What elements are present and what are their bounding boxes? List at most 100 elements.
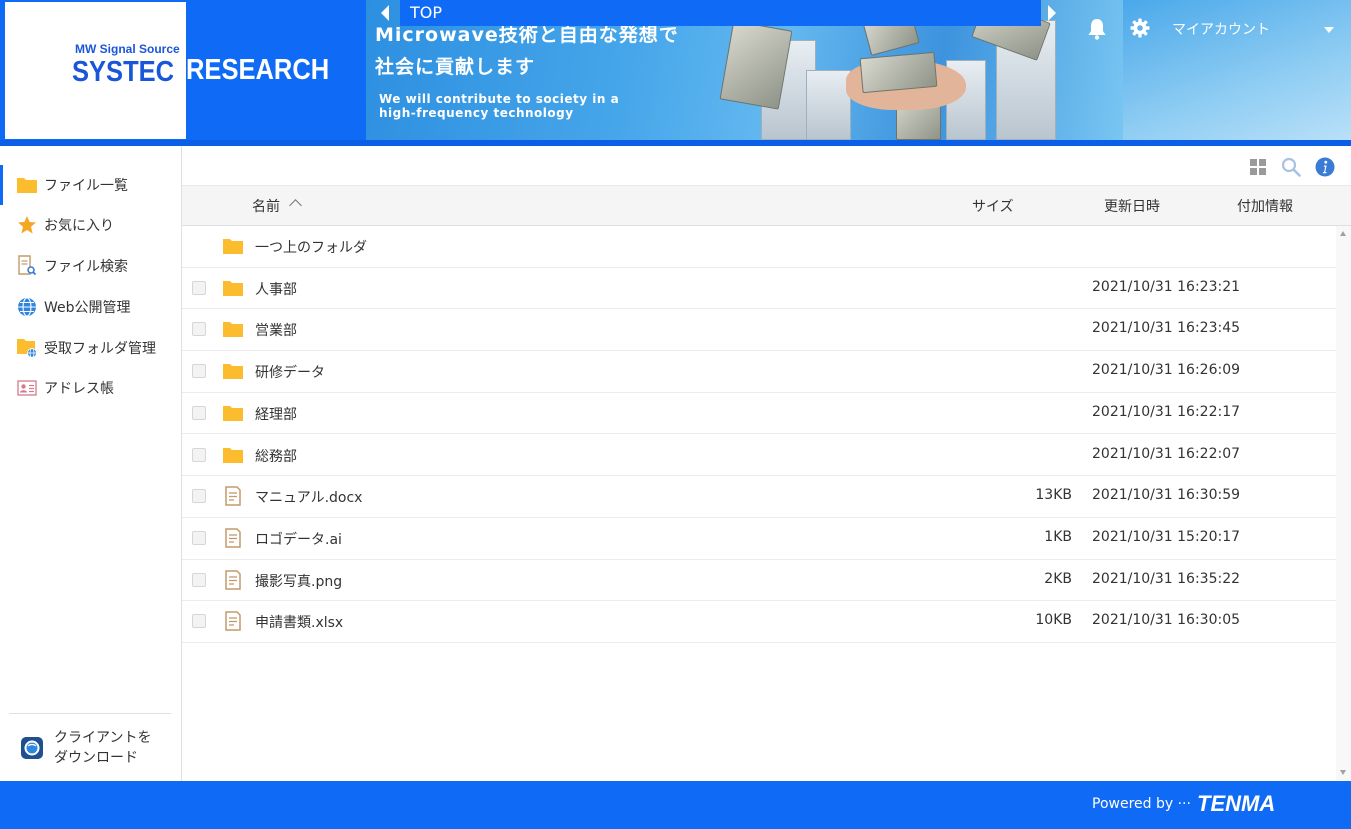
- folder-globe-icon: [16, 338, 38, 358]
- file-name[interactable]: 申請書類.xlsx: [255, 612, 343, 632]
- logo-wordmark: SYSTEC: [72, 56, 175, 88]
- folder-icon: [223, 364, 243, 380]
- sidebar: ファイル一覧 お気に入り ファイル検索 Web公開管理 受取フォルダ管理 アドレ…: [0, 146, 182, 781]
- sidebar-item-favorites[interactable]: お気に入り: [0, 205, 181, 245]
- download-client-label: クライアントを ダウンロード: [54, 728, 151, 768]
- sort-ascending-icon[interactable]: [289, 199, 302, 212]
- file-name[interactable]: 経理部: [255, 404, 297, 424]
- row-checkbox[interactable]: [192, 447, 206, 462]
- download-client-line2: ダウンロード: [54, 750, 138, 766]
- table-row[interactable]: 総務部 2021/10/31 16:22:07: [182, 435, 1336, 477]
- table-row[interactable]: 申請書類.xlsx 10KB 2021/10/31 16:30:05: [182, 601, 1336, 643]
- row-checkbox[interactable]: [192, 280, 206, 295]
- app-footer: Powered by ··· TENMA: [0, 781, 1351, 829]
- file-name[interactable]: 研修データ: [255, 362, 325, 382]
- chevron-down-icon[interactable]: [1324, 27, 1334, 33]
- column-header-name[interactable]: 名前: [252, 196, 280, 216]
- file-name[interactable]: 撮影写真.png: [255, 571, 342, 591]
- file-name[interactable]: マニュアル.docx: [255, 487, 362, 507]
- sidebar-item-file-list[interactable]: ファイル一覧: [0, 165, 181, 205]
- download-client-button[interactable]: クライアントを ダウンロード: [20, 726, 180, 770]
- document-icon: [225, 486, 241, 506]
- file-name[interactable]: 総務部: [255, 446, 297, 466]
- grid-view-icon[interactable]: [1248, 157, 1268, 177]
- folder-icon: [223, 239, 243, 254]
- table-row[interactable]: 撮影写真.png 2KB 2021/10/31 16:35:22: [182, 560, 1336, 602]
- sidebar-item-file-search[interactable]: ファイル検索: [0, 246, 181, 286]
- star-icon: [16, 215, 38, 235]
- table-row[interactable]: 研修データ 2021/10/31 16:26:09: [182, 351, 1336, 393]
- top-nav-bar[interactable]: TOP: [400, 0, 1041, 26]
- download-client-line1: クライアントを: [54, 730, 152, 746]
- powered-by-text: Powered by ···: [1092, 796, 1191, 812]
- prev-arrow-icon[interactable]: [381, 5, 389, 21]
- file-name[interactable]: 営業部: [255, 320, 297, 340]
- scroll-down-icon[interactable]: [1340, 770, 1346, 775]
- document-icon: [225, 569, 241, 590]
- parent-folder-row[interactable]: 一つ上のフォルダ: [182, 226, 1336, 268]
- table-row[interactable]: ロゴデータ.ai 1KB 2021/10/31 15:20:17: [182, 518, 1336, 560]
- row-checkbox[interactable]: [192, 530, 206, 545]
- file-updated: 2021/10/31 16:22:17: [1092, 403, 1241, 420]
- folder-icon: [16, 175, 38, 195]
- folder-icon: [223, 447, 243, 463]
- sidebar-item-web-publish[interactable]: Web公開管理: [0, 287, 181, 327]
- info-icon[interactable]: [1315, 157, 1335, 177]
- file-updated: 2021/10/31 16:35:22: [1092, 570, 1241, 587]
- row-checkbox[interactable]: [192, 489, 206, 504]
- sidebar-item-label: Web公開管理: [44, 300, 131, 316]
- file-size: 1KB: [1044, 528, 1072, 545]
- banner-en-line1: We will contribute to society in a: [379, 92, 620, 106]
- banner-module: [859, 51, 938, 94]
- sidebar-item-label: 受取フォルダ管理: [44, 341, 156, 357]
- column-header-extra[interactable]: 付加情報: [1237, 196, 1293, 216]
- file-updated: 2021/10/31 16:23:21: [1092, 278, 1241, 295]
- sidebar-item-label: ファイル検索: [44, 259, 128, 275]
- table-row[interactable]: マニュアル.docx 13KB 2021/10/31 16:30:59: [182, 476, 1336, 518]
- row-checkbox[interactable]: [192, 322, 206, 337]
- my-account-menu[interactable]: マイアカウント: [1172, 19, 1270, 39]
- row-checkbox[interactable]: [192, 572, 206, 587]
- file-list-scrollbar[interactable]: [1336, 226, 1351, 781]
- file-name[interactable]: ロゴデータ.ai: [255, 529, 342, 549]
- row-checkbox[interactable]: [192, 364, 206, 379]
- document-icon: [225, 528, 241, 548]
- row-checkbox[interactable]: [192, 405, 206, 420]
- app-header: MW Signal Source SYSTEC RESEARCH Microwa…: [0, 0, 1351, 146]
- search-icon[interactable]: [1281, 157, 1301, 177]
- file-updated: 2021/10/31 16:30:05: [1092, 612, 1241, 629]
- folder-icon: [223, 322, 243, 338]
- top-label: TOP: [410, 3, 443, 22]
- banner-jp-line2: 社会に貢献します: [375, 56, 536, 78]
- folder-icon: [223, 405, 243, 421]
- table-row[interactable]: 経理部 2021/10/31 16:22:17: [182, 393, 1336, 435]
- gear-icon[interactable]: [1130, 18, 1150, 38]
- file-size: 2KB: [1044, 570, 1072, 587]
- logo-tagline: MW Signal Source: [75, 42, 180, 56]
- file-list: 一つ上のフォルダ 人事部 2021/10/31 16:23:21 営業部 202…: [182, 226, 1336, 781]
- next-arrow-icon[interactable]: [1048, 5, 1056, 21]
- client-download-icon: [21, 737, 43, 759]
- column-header-size[interactable]: サイズ: [972, 196, 1014, 216]
- sidebar-item-receive-folder[interactable]: 受取フォルダ管理: [0, 328, 181, 368]
- document-icon: [225, 611, 241, 632]
- file-updated: 2021/10/31 16:23:45: [1092, 320, 1241, 337]
- table-row[interactable]: 人事部 2021/10/31 16:23:21: [182, 268, 1336, 310]
- banner-building: [806, 70, 851, 140]
- sidebar-item-label: お気に入り: [44, 218, 114, 234]
- file-table-header: 名前 サイズ 更新日時 付加情報: [182, 186, 1351, 226]
- table-row[interactable]: 営業部 2021/10/31 16:23:45: [182, 309, 1336, 352]
- sidebar-item-label: アドレス帳: [44, 381, 114, 397]
- file-updated: 2021/10/31 16:26:09: [1092, 362, 1241, 379]
- folder-icon: [223, 280, 243, 296]
- scroll-up-icon[interactable]: [1340, 231, 1346, 236]
- file-size: 10KB: [1035, 612, 1072, 629]
- company-logo[interactable]: MW Signal Source SYSTEC: [5, 2, 186, 139]
- main-toolbar: [182, 146, 1351, 186]
- row-checkbox[interactable]: [192, 614, 206, 629]
- column-header-updated[interactable]: 更新日時: [1104, 196, 1160, 216]
- file-updated: 2021/10/31 16:22:07: [1092, 445, 1241, 462]
- sidebar-item-address-book[interactable]: アドレス帳: [0, 368, 181, 408]
- bell-icon[interactable]: [1087, 18, 1107, 40]
- file-name[interactable]: 人事部: [255, 279, 297, 299]
